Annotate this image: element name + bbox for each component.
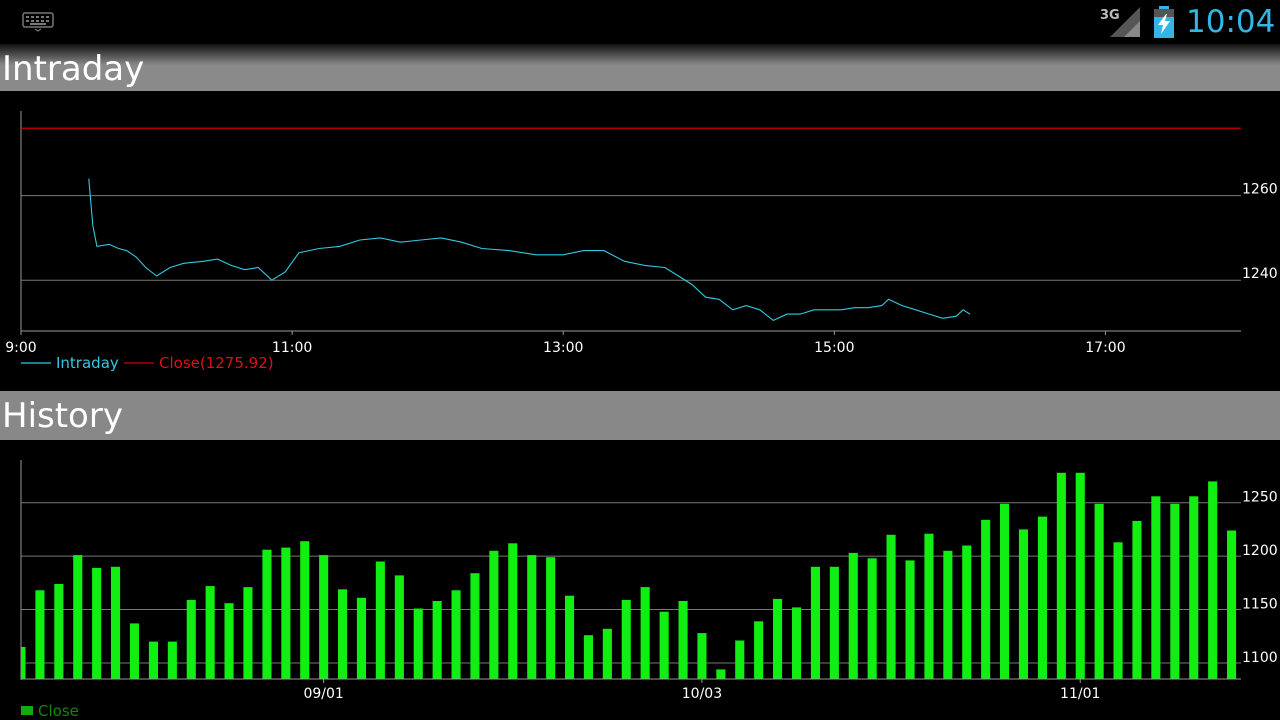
history-y-tick-label: 1250	[1242, 490, 1278, 506]
history-bar	[319, 555, 329, 679]
history-bar	[129, 623, 139, 679]
history-bar	[924, 533, 934, 679]
status-bar: 3G 10:04	[0, 0, 1280, 44]
history-bar	[565, 595, 575, 679]
history-bar	[1132, 520, 1142, 679]
history-bar	[1000, 503, 1010, 679]
intraday-price-line	[88, 178, 971, 322]
history-bar	[1227, 530, 1237, 679]
intraday-x-tick-label: 13:00	[543, 340, 583, 356]
cell-signal-icon: 3G	[1100, 7, 1140, 37]
status-clock: 10:04	[1186, 4, 1276, 40]
history-bar	[1189, 496, 1199, 679]
history-bar	[886, 534, 896, 679]
legend-close-label: Close(1275.92)	[159, 354, 274, 372]
intraday-x-tick-label: 9:00	[5, 340, 36, 356]
battery-charging-icon	[1154, 6, 1174, 38]
intraday-x-tick-label: 11:00	[272, 340, 312, 356]
keyboard-icon	[22, 12, 54, 32]
history-header: History	[0, 391, 1280, 440]
history-bar	[848, 552, 858, 679]
history-x-tick-label: 09/01	[303, 686, 343, 702]
history-title: History	[2, 396, 123, 436]
history-bar	[792, 607, 802, 679]
history-bar	[413, 608, 423, 679]
history-bar	[981, 519, 991, 679]
intraday-chart[interactable]: 9:00 11:00 13:00 15:00 17:00 1240 1260 Intrad…	[0, 91, 1280, 391]
history-bar	[1170, 503, 1180, 679]
history-bar	[546, 557, 556, 679]
history-bar	[1151, 496, 1161, 679]
intraday-title: Intraday	[2, 49, 145, 89]
history-bar	[470, 573, 480, 679]
history-bar	[432, 601, 442, 679]
legend-intraday-label: Intraday	[56, 354, 119, 372]
history-bar	[375, 561, 385, 679]
history-bar	[1037, 516, 1047, 679]
history-bar	[243, 587, 253, 679]
history-bar	[205, 586, 215, 679]
intraday-x-tick-label: 15:00	[814, 340, 854, 356]
history-bar	[621, 599, 631, 679]
history-chart[interactable]: 09/01 10/03 11/01 1100 1150 1200 1250 Close	[0, 440, 1280, 720]
history-bar	[602, 628, 612, 679]
history-bar	[829, 566, 839, 679]
history-bar	[300, 541, 310, 679]
history-bar	[1208, 481, 1218, 679]
legend-history-label: Close	[38, 702, 79, 720]
history-bar	[35, 590, 45, 679]
history-bar	[1018, 529, 1028, 679]
history-bar	[338, 589, 348, 679]
history-bar	[262, 549, 272, 679]
history-bar	[773, 598, 783, 679]
history-bar	[281, 547, 291, 679]
history-bar	[527, 555, 537, 679]
history-bar	[111, 566, 121, 679]
legend-close-swatch	[21, 706, 33, 715]
history-bar	[1094, 503, 1104, 679]
history-bar	[716, 669, 726, 679]
history-bar	[754, 621, 764, 679]
history-bar	[394, 575, 404, 679]
history-bar	[451, 590, 461, 679]
history-bar	[735, 640, 745, 679]
history-bar	[867, 558, 877, 679]
history-bar	[92, 567, 102, 679]
history-bar	[1113, 542, 1123, 679]
network-type-label: 3G	[1100, 8, 1120, 23]
history-bar	[1075, 472, 1085, 679]
history-bar	[489, 550, 499, 679]
history-bar	[962, 545, 972, 679]
history-x-tick-label: 10/03	[682, 686, 722, 702]
history-bar	[810, 566, 820, 679]
history-y-tick-label: 1100	[1242, 650, 1278, 666]
history-bar	[224, 603, 234, 679]
history-bar	[508, 543, 518, 679]
history-bar	[356, 597, 366, 679]
intraday-y-tick-label: 1260	[1242, 182, 1278, 198]
history-bar	[167, 641, 177, 679]
history-bar	[148, 641, 158, 679]
history-bar	[659, 611, 669, 679]
history-bar	[678, 601, 688, 679]
history-bar	[1056, 472, 1066, 679]
history-x-tick-label: 11/01	[1060, 686, 1100, 702]
history-bar	[905, 560, 915, 679]
intraday-x-tick-label: 17:00	[1085, 340, 1125, 356]
history-y-tick-label: 1150	[1242, 597, 1278, 613]
history-bar	[73, 555, 83, 679]
history-bar	[186, 599, 196, 679]
intraday-y-tick-label: 1240	[1242, 266, 1278, 282]
history-bar	[943, 550, 953, 679]
history-bar	[640, 587, 650, 679]
history-bar	[583, 635, 593, 679]
history-y-tick-label: 1200	[1242, 543, 1278, 559]
history-bar	[54, 583, 64, 679]
history-bar	[697, 633, 707, 679]
history-bar	[21, 647, 26, 679]
intraday-header: Intraday	[0, 44, 1280, 91]
